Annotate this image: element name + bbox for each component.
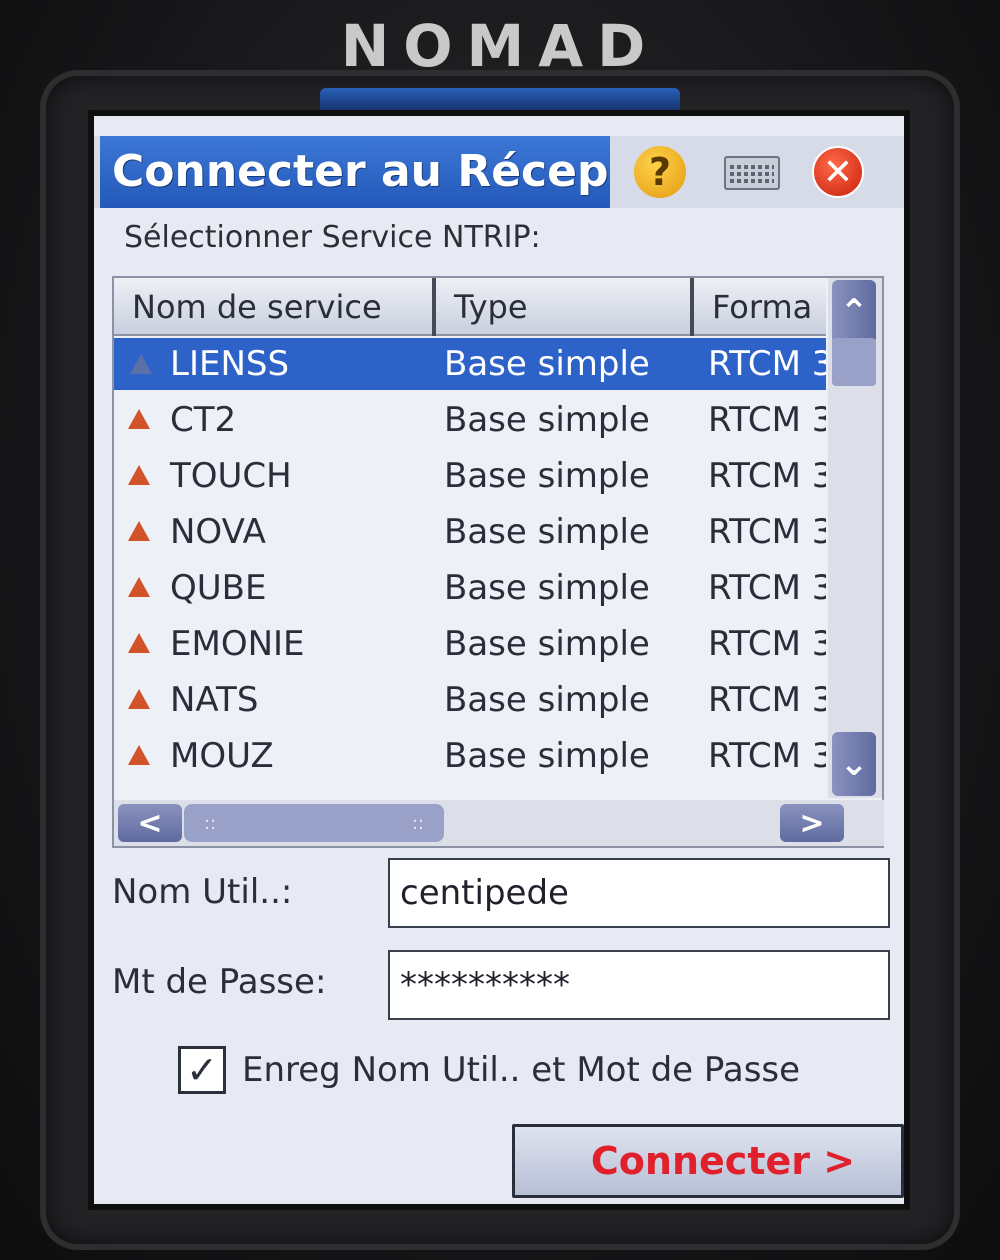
keyboard-icon[interactable] [724,156,780,190]
service-name-cell: TOUCH [114,450,434,502]
service-name: TOUCH [170,456,292,496]
warning-triangle-icon [128,689,150,709]
warning-triangle-icon [130,354,152,374]
scroll-up-button[interactable]: ⌃ [832,280,876,344]
service-format-cell: RTCM 3 [694,338,826,390]
select-service-label: Sélectionner Service NTRIP: [124,220,541,255]
table-row[interactable]: NATS Base simple RTCM 3 [114,674,826,730]
grip-right-icon: :: [411,812,424,834]
column-header-name[interactable]: Nom de service [114,278,436,336]
remember-credentials-checkbox[interactable]: ✓ [178,1046,226,1094]
username-input[interactable] [388,858,890,928]
device-screen: Connecter au Récep ? ✕ Sélectionner Serv… [88,110,910,1210]
scroll-down-button[interactable]: ⌄ [832,732,876,796]
password-input[interactable]: ********** [388,950,890,1020]
service-format-cell: RTCM 3 [708,456,826,496]
grip-left-icon: :: [204,812,217,834]
warning-triangle-icon [128,521,150,541]
warning-triangle-icon [128,633,150,653]
service-type-cell: Base simple [444,456,650,496]
table-row[interactable]: CT2 Base simple RTCM 3 [114,394,826,450]
close-icon[interactable]: ✕ [812,146,864,198]
service-name: EMONIE [170,624,305,664]
connect-button[interactable]: Connecter > [512,1124,904,1198]
ntrip-service-list[interactable]: Nom de service Type Forma LIENSS Base sim… [112,276,884,848]
service-format-cell: RTCM 3 [708,624,826,664]
service-name-cell: LIENSS [114,338,434,390]
service-type-cell: Base simple [444,400,650,440]
service-name: NOVA [170,512,266,552]
service-name: NATS [170,680,259,720]
device-frame: NOMAD Connecter au Récep ? ✕ Sélectionne… [0,0,1000,1260]
table-row[interactable]: LIENSS Base simple RTCM 3 [114,338,826,394]
help-icon[interactable]: ? [634,146,686,198]
service-type-cell: Base simple [444,568,650,608]
service-type-cell: Base simple [444,680,650,720]
service-format-cell: RTCM 3 [708,736,826,776]
scroll-left-button[interactable]: < [118,804,182,842]
warning-triangle-icon [128,409,150,429]
service-name-cell: NATS [114,674,434,726]
service-type-cell: Base simple [444,512,650,552]
service-name: QUBE [170,568,267,608]
service-type-cell: Base simple [444,736,650,776]
service-name-cell: NOVA [114,506,434,558]
service-type-cell: Base simple [444,624,650,664]
title-bar: Connecter au Récep ? ✕ [94,136,904,208]
horizontal-scroll-thumb[interactable]: :: :: [184,804,444,842]
warning-triangle-icon [128,745,150,765]
table-row[interactable]: NOVA Base simple RTCM 3 [114,506,826,562]
device-indicator [320,88,680,110]
warning-triangle-icon [128,577,150,597]
warning-triangle-icon [128,465,150,485]
table-row[interactable]: TOUCH Base simple RTCM 3 [114,450,826,506]
remember-credentials-label[interactable]: Enreg Nom Util.. et Mot de Passe [242,1050,800,1090]
service-format-cell: RTCM 3 [708,568,826,608]
service-format-cell: RTCM 3 [708,680,826,720]
username-label: Nom Util..: [112,872,293,912]
service-name-cell: CT2 [114,394,434,446]
window-title: Connecter au Récep [100,136,610,208]
vertical-scroll-thumb[interactable] [832,338,876,386]
list-rows: LIENSS Base simple RTCM 3 CT2 Base simple RTC… [114,338,826,786]
service-name: CT2 [170,400,237,440]
service-type-cell: Base simple [434,338,694,390]
scroll-right-button[interactable]: > [780,804,844,842]
list-header: Nom de service Type Forma [114,278,826,336]
table-row[interactable]: EMONIE Base simple RTCM 3 [114,618,826,674]
vertical-scrollbar[interactable]: ⌃ ⌄ [828,278,882,798]
service-format-cell: RTCM 3 [708,400,826,440]
service-name: LIENSS [170,344,290,384]
column-header-type[interactable]: Type [436,278,694,336]
service-name-cell: QUBE [114,562,434,614]
password-label: Mt de Passe: [112,962,327,1002]
service-format-cell: RTCM 3 [708,512,826,552]
column-header-format[interactable]: Forma [694,278,826,336]
service-name: MOUZ [170,736,274,776]
service-name-cell: MOUZ [114,730,434,782]
service-name-cell: EMONIE [114,618,434,670]
table-row[interactable]: MOUZ Base simple RTCM 3 [114,730,826,786]
table-row[interactable]: QUBE Base simple RTCM 3 [114,562,826,618]
horizontal-scrollbar[interactable]: < :: :: > [114,800,884,846]
